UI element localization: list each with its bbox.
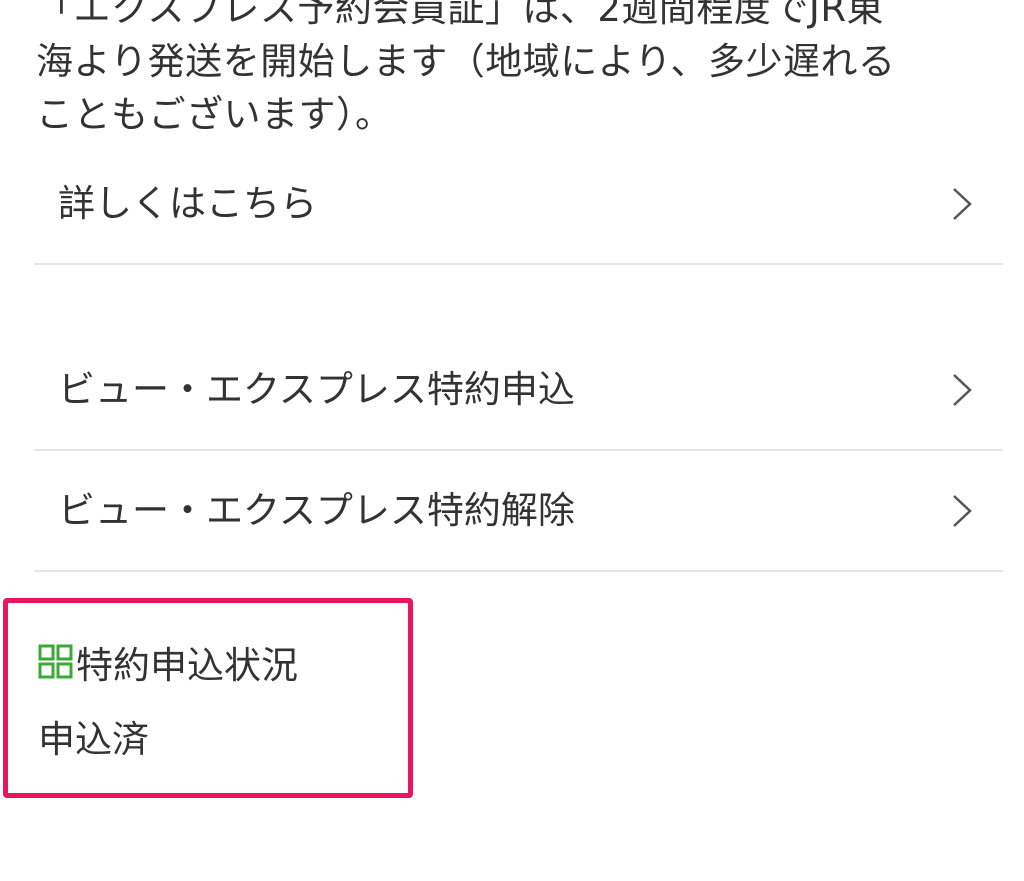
apply-special-contract-link[interactable]: ビュー・エクスプレス特約申込 bbox=[34, 330, 1003, 451]
apply-link-label: ビュー・エクスプレス特約申込 bbox=[58, 368, 575, 411]
details-link-label: 詳しくはこちら bbox=[58, 182, 317, 225]
status-heading: 特約申込状況 bbox=[38, 640, 298, 687]
grid-icon bbox=[38, 644, 74, 680]
cancel-link-label: ビュー・エクスプレス特約解除 bbox=[58, 489, 575, 532]
notice-text: 「エクスプレス予約会員証」は、2週間程度でJR東 海より発送を開始します（地域に… bbox=[36, 0, 996, 141]
details-link[interactable]: 詳しくはこちら bbox=[34, 144, 1003, 265]
notice-line-3: こともございます）。 bbox=[36, 93, 393, 136]
status-title: 特約申込状況 bbox=[76, 644, 298, 687]
notice-line-1: 「エクスプレス予約会員証」は、2週間程度でJR東 bbox=[36, 0, 885, 30]
page: 「エクスプレス予約会員証」は、2週間程度でJR東 海より発送を開始します（地域に… bbox=[0, 0, 1024, 881]
cancel-special-contract-link[interactable]: ビュー・エクスプレス特約解除 bbox=[34, 451, 1003, 572]
status-value: 申込済 bbox=[38, 718, 149, 761]
application-status-panel: 特約申込状況 申込済 bbox=[3, 598, 413, 798]
notice-line-2: 海より発送を開始します（地域により、多少遅れる bbox=[36, 40, 896, 83]
chevron-right-icon bbox=[951, 372, 973, 408]
chevron-right-icon bbox=[951, 186, 973, 222]
chevron-right-icon bbox=[951, 493, 973, 529]
